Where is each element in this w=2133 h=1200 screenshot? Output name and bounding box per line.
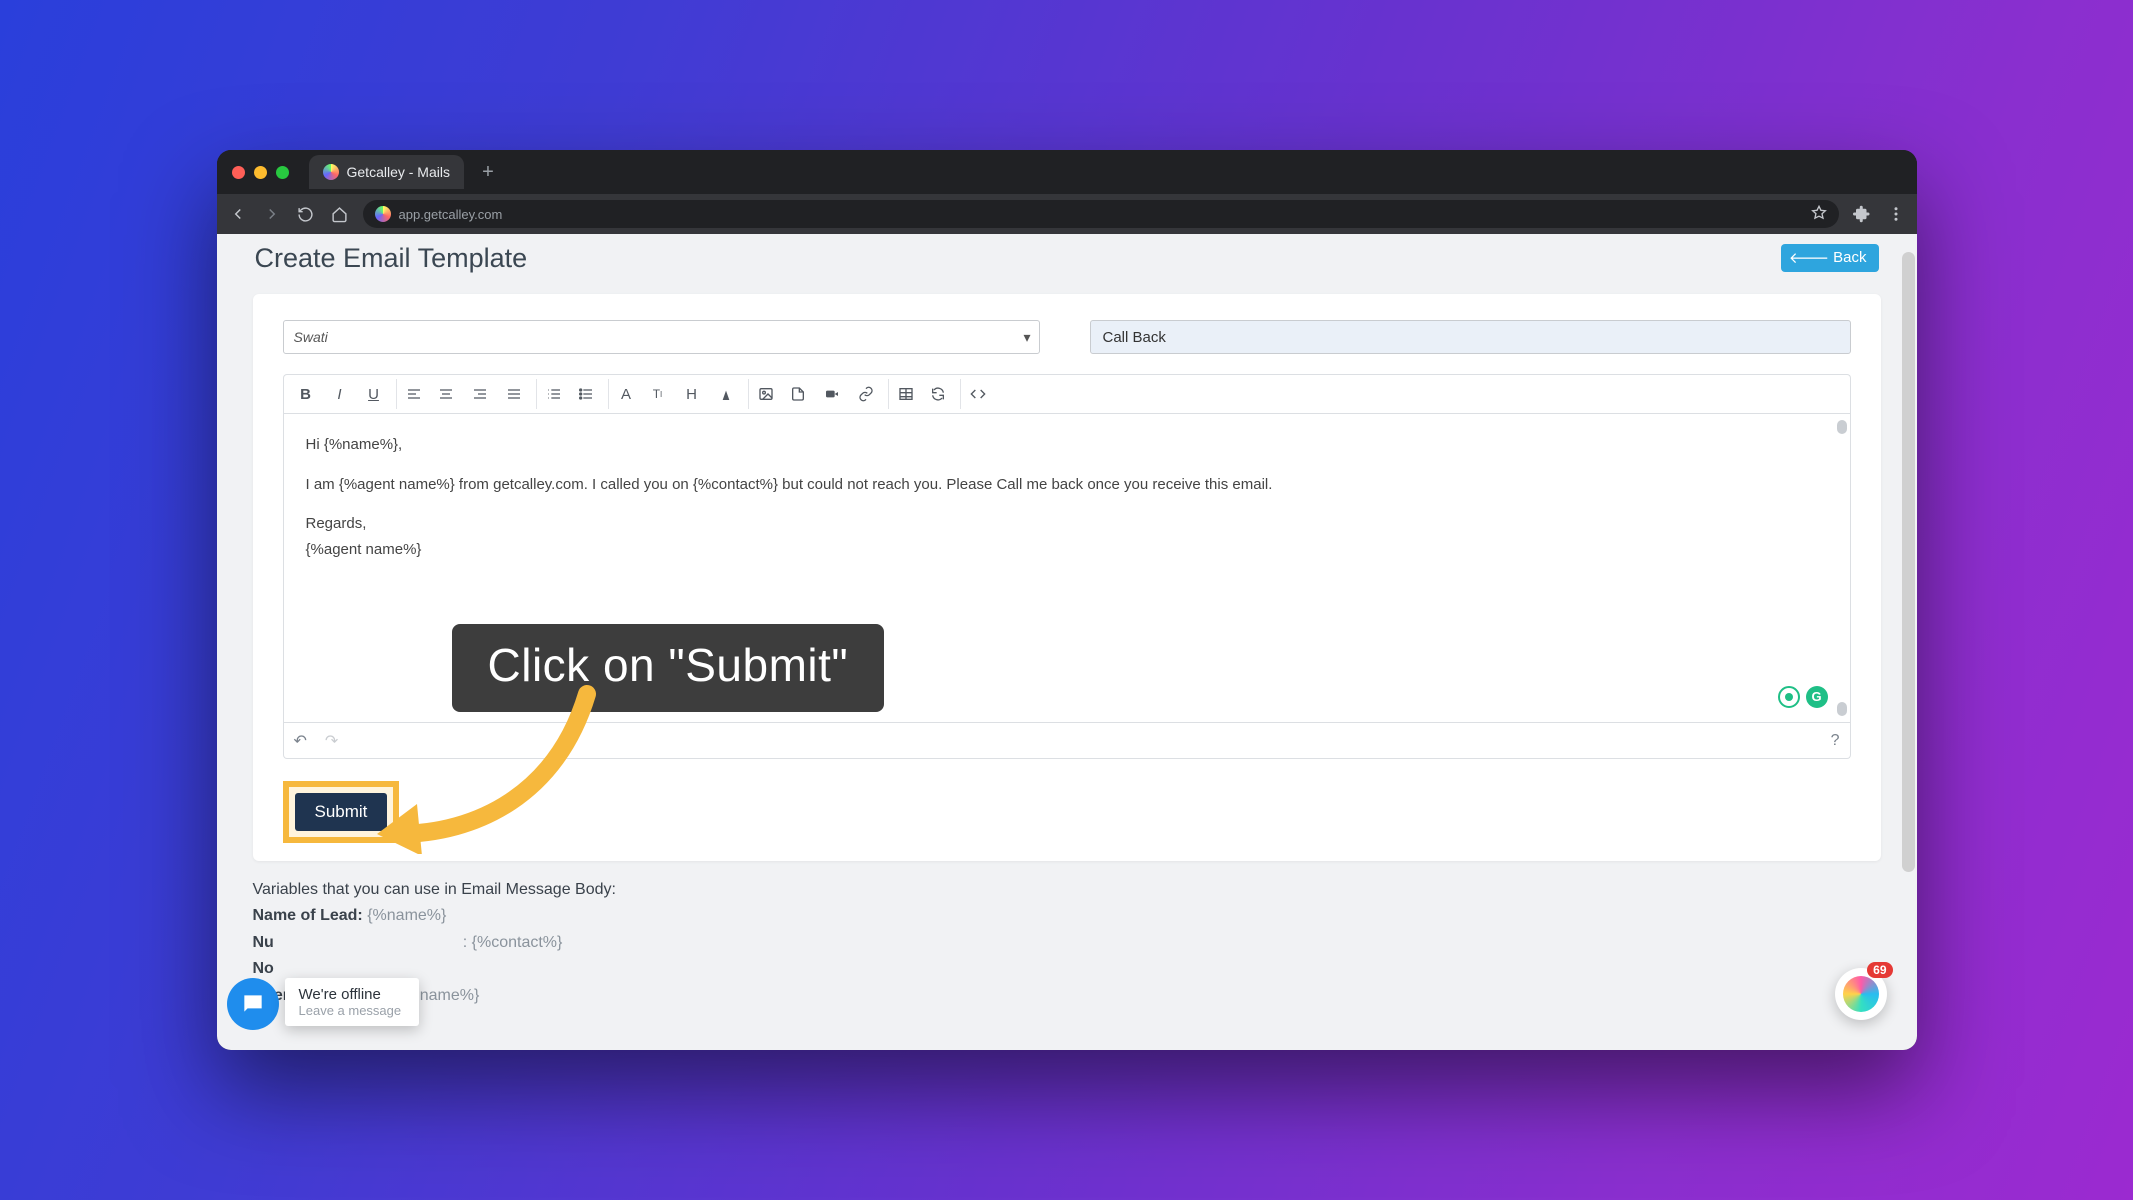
- table-icon[interactable]: [888, 379, 920, 409]
- var-name-label: Name of Lead:: [253, 907, 363, 924]
- editor-scroll-down[interactable]: [1837, 702, 1847, 716]
- underline-icon[interactable]: U: [358, 379, 390, 409]
- align-center-icon[interactable]: [430, 379, 462, 409]
- list-ordered-icon[interactable]: [536, 379, 568, 409]
- back-button[interactable]: 🡐 Back: [1781, 244, 1879, 272]
- notification-badge: 69: [1867, 962, 1892, 978]
- agent-select-value: Swati: [294, 329, 328, 345]
- subject-value: Call Back: [1103, 329, 1166, 346]
- address-bar[interactable]: app.getcalley.com: [363, 200, 1839, 228]
- menu-icon[interactable]: [1885, 203, 1907, 225]
- var-contact-partial-left: Nu: [253, 934, 274, 951]
- page-viewport: Create Email Template 🡐 Back Swati Call …: [217, 234, 1917, 1050]
- image-icon[interactable]: [748, 379, 780, 409]
- bold-icon[interactable]: B: [290, 379, 322, 409]
- arrow-left-icon: 🡐: [1789, 248, 1829, 267]
- list-unordered-icon[interactable]: [570, 379, 602, 409]
- maximize-icon[interactable]: [276, 166, 289, 179]
- tab-strip: Getcalley - Mails +: [217, 150, 1917, 194]
- notification-logo-icon: [1843, 976, 1879, 1012]
- var-name-placeholder: {%name%}: [367, 907, 446, 924]
- link-icon[interactable]: [850, 379, 882, 409]
- editor-footer: ↶ ↷ ?: [283, 723, 1851, 759]
- grammarly-logo-icon[interactable]: G: [1806, 686, 1828, 708]
- variables-help: Variables that you can use in Email Mess…: [253, 877, 1881, 1009]
- form-card: Swati Call Back B I U A TI H: [253, 294, 1881, 861]
- minimize-icon[interactable]: [254, 166, 267, 179]
- redo-icon[interactable]: ↷: [325, 731, 338, 751]
- align-justify-icon[interactable]: [498, 379, 530, 409]
- grammarly-status-icon[interactable]: [1778, 686, 1800, 708]
- home-icon[interactable]: [329, 203, 351, 225]
- text-size-icon[interactable]: TI: [642, 379, 674, 409]
- tab-title: Getcalley - Mails: [347, 164, 450, 180]
- grammarly-widget: G: [1778, 686, 1828, 708]
- code-view-icon[interactable]: [960, 379, 992, 409]
- bookmark-icon[interactable]: [1811, 205, 1827, 224]
- url-text: app.getcalley.com: [399, 207, 503, 222]
- var-notes-partial: No: [253, 960, 274, 977]
- extensions-icon[interactable]: [1851, 203, 1873, 225]
- file-icon[interactable]: [782, 379, 814, 409]
- nav-forward-icon[interactable]: [261, 203, 283, 225]
- close-icon[interactable]: [232, 166, 245, 179]
- editor-toolbar: B I U A TI H: [283, 374, 1851, 413]
- chat-status-title: We're offline: [299, 986, 402, 1003]
- editor-scroll-up[interactable]: [1837, 420, 1847, 434]
- editor-line: Regards,: [306, 511, 1828, 537]
- tutorial-tooltip: Click on "Submit": [452, 624, 885, 712]
- browser-tab[interactable]: Getcalley - Mails: [309, 155, 464, 189]
- help-icon[interactable]: ?: [1831, 732, 1840, 750]
- variables-heading: Variables that you can use in Email Mess…: [253, 877, 1881, 903]
- heading-icon[interactable]: H: [676, 379, 708, 409]
- new-tab-button[interactable]: +: [474, 158, 502, 186]
- submit-highlight: Submit: [283, 781, 400, 843]
- chat-launcher[interactable]: [227, 978, 279, 1030]
- subject-input[interactable]: Call Back: [1090, 320, 1851, 354]
- italic-icon[interactable]: I: [324, 379, 356, 409]
- site-favicon-icon: [375, 206, 391, 222]
- video-icon[interactable]: [816, 379, 848, 409]
- back-label: Back: [1833, 249, 1866, 266]
- page-scrollbar[interactable]: [1902, 252, 1915, 872]
- chat-status-popover[interactable]: We're offline Leave a message: [285, 978, 420, 1026]
- chat-status-subtitle: Leave a message: [299, 1003, 402, 1018]
- notification-launcher[interactable]: 69: [1835, 968, 1887, 1020]
- refresh-icon[interactable]: [922, 379, 954, 409]
- agent-select[interactable]: Swati: [283, 320, 1040, 354]
- form-row: Swati Call Back: [283, 320, 1851, 354]
- editor-line: Hi {%name%},: [306, 432, 1828, 458]
- nav-back-icon[interactable]: [227, 203, 249, 225]
- tab-favicon-icon: [323, 164, 339, 180]
- url-bar: app.getcalley.com: [217, 194, 1917, 234]
- window-controls: [232, 166, 289, 179]
- align-left-icon[interactable]: [396, 379, 428, 409]
- page-header: Create Email Template 🡐 Back: [217, 234, 1917, 282]
- reload-icon[interactable]: [295, 203, 317, 225]
- editor-line: I am {%agent name%} from getcalley.com. …: [306, 472, 1828, 498]
- undo-icon[interactable]: ↶: [294, 731, 307, 751]
- align-right-icon[interactable]: [464, 379, 496, 409]
- var-contact-partial-right: : {%contact%}: [463, 934, 563, 951]
- browser-window: Getcalley - Mails + app.getcalley.com: [217, 150, 1917, 1050]
- page-title: Create Email Template: [255, 243, 528, 274]
- font-family-icon[interactable]: A: [608, 379, 640, 409]
- text-color-icon[interactable]: [710, 379, 742, 409]
- editor-line: {%agent name%}: [306, 537, 1828, 563]
- submit-button[interactable]: Submit: [295, 793, 388, 831]
